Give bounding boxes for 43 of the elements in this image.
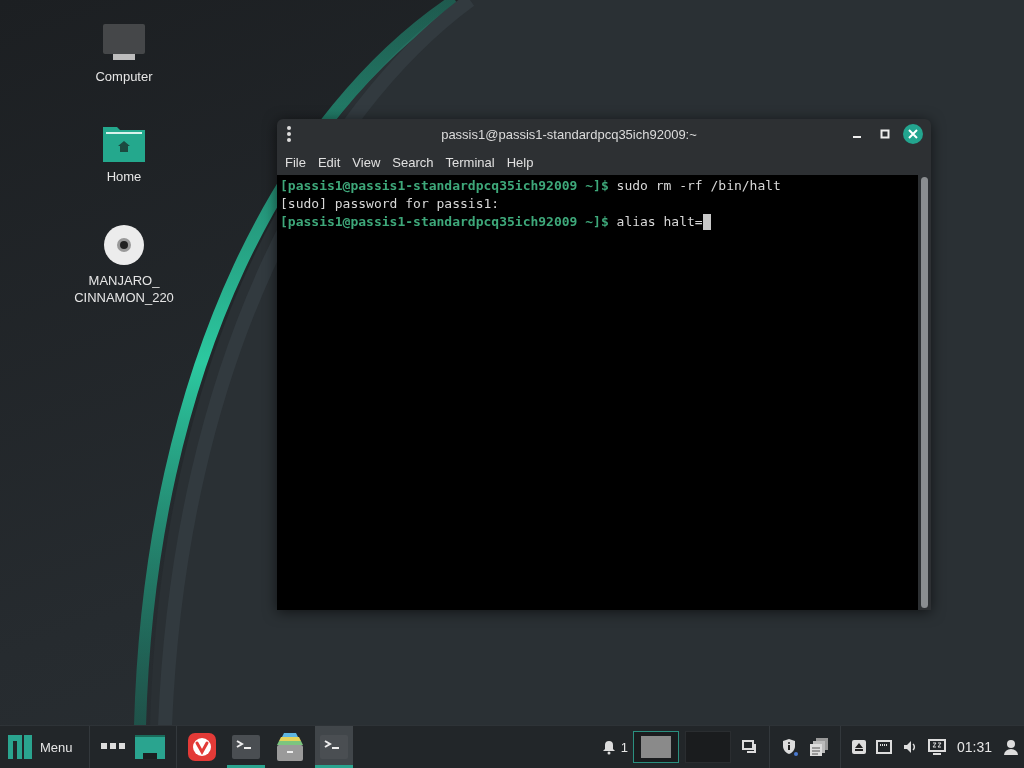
shell-prompt: [passis1@passis1-standardpcq35ich92009 ~]$ <box>280 177 609 195</box>
output-text: [sudo] password for passis1: <box>280 195 500 213</box>
menu-item[interactable]: Search <box>386 149 440 175</box>
display-sleep-icon <box>927 739 946 755</box>
menu-item[interactable]: Help <box>500 149 540 175</box>
dots-icon <box>100 743 125 751</box>
terminal-icon <box>231 735 260 759</box>
close-button[interactable] <box>903 124 923 144</box>
scrollbar[interactable] <box>918 175 931 610</box>
network-icon <box>875 740 892 754</box>
minimize-icon <box>853 136 861 138</box>
command-text: alias halt= <box>616 213 703 231</box>
window-title: passis1@passis1-standardpcq35ich92009:~ <box>440 126 698 142</box>
taskbar-launcher[interactable] <box>314 726 353 768</box>
clock[interactable]: 01:31 <box>956 739 992 755</box>
eject-icon <box>851 740 866 754</box>
workspace-thumbnail[interactable] <box>632 731 679 763</box>
close-icon <box>908 129 918 139</box>
menu-item[interactable]: Edit <box>311 149 347 175</box>
browser-icon <box>187 733 216 761</box>
user-icon <box>1003 739 1019 755</box>
file-cabinet-icon <box>275 733 304 761</box>
documents-icon <box>808 737 829 757</box>
desktop-icon <box>134 735 165 759</box>
kebab-menu-icon[interactable] <box>287 126 291 142</box>
command-text: sudo rm -rf /bin/halt <box>616 177 781 195</box>
menu-item[interactable]: Terminal <box>439 149 501 175</box>
shield-icon <box>780 738 799 756</box>
shell-prompt: [passis1@passis1-standardpcq35ich92009 ~]$ <box>280 213 609 231</box>
desktop-icon-label[interactable]: Computer <box>95 68 153 85</box>
notifications-button[interactable]: 1 <box>595 726 633 768</box>
volume-icon <box>901 739 918 755</box>
disc-icon <box>103 224 145 266</box>
menu-item[interactable]: File <box>279 149 312 175</box>
windows-icon <box>741 740 758 754</box>
monitor-icon <box>103 24 145 62</box>
menu-button[interactable]: Menu <box>0 726 83 768</box>
menu-item[interactable]: View <box>346 149 387 175</box>
folder-icon <box>103 124 145 162</box>
desktop-icon-label[interactable]: MANJARO_ CINNAMON_220 <box>74 272 174 306</box>
desktop-icon-label[interactable]: Home <box>106 168 142 185</box>
maximize-icon <box>880 129 890 139</box>
terminal-icon <box>319 735 348 759</box>
